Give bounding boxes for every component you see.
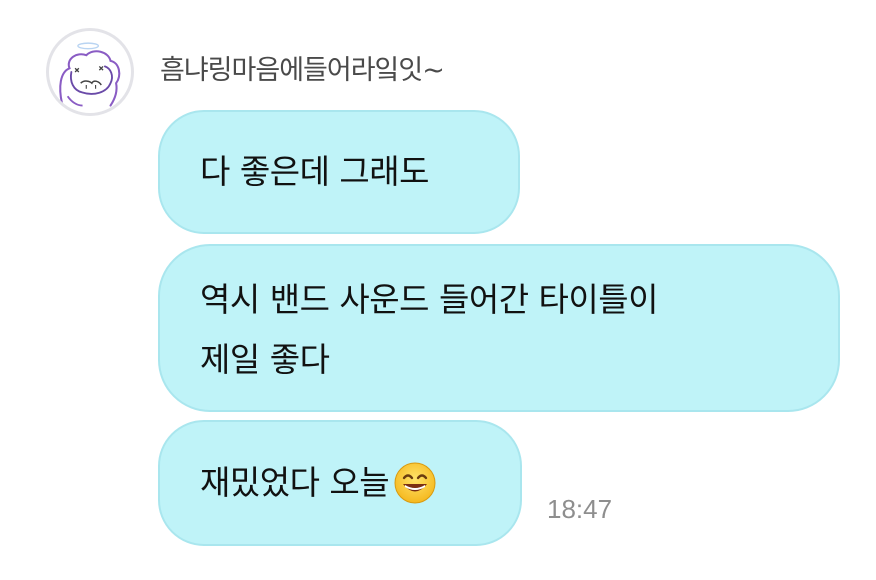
message-text: 역시 밴드 사운드 들어간 타이틀이 제일 좋다 xyxy=(200,280,659,379)
sender-avatar[interactable] xyxy=(46,28,134,116)
message-bubble[interactable]: 역시 밴드 사운드 들어간 타이틀이 제일 좋다 xyxy=(158,244,840,412)
message-bubble[interactable]: 재밌었다 오늘 xyxy=(158,420,522,546)
grinning-face-emoji-icon xyxy=(393,461,437,505)
sender-name[interactable]: 흠냐링마음에들어라잌잇~ xyxy=(160,48,445,87)
hand-drawn-character-avatar-icon xyxy=(59,42,121,107)
message-text: 다 좋은데 그래도 xyxy=(200,152,430,191)
message-bubble[interactable]: 다 좋은데 그래도 xyxy=(158,110,520,234)
message-text: 재밌었다 오늘 xyxy=(200,463,390,502)
message-timestamp: 18:47 xyxy=(547,494,613,524)
